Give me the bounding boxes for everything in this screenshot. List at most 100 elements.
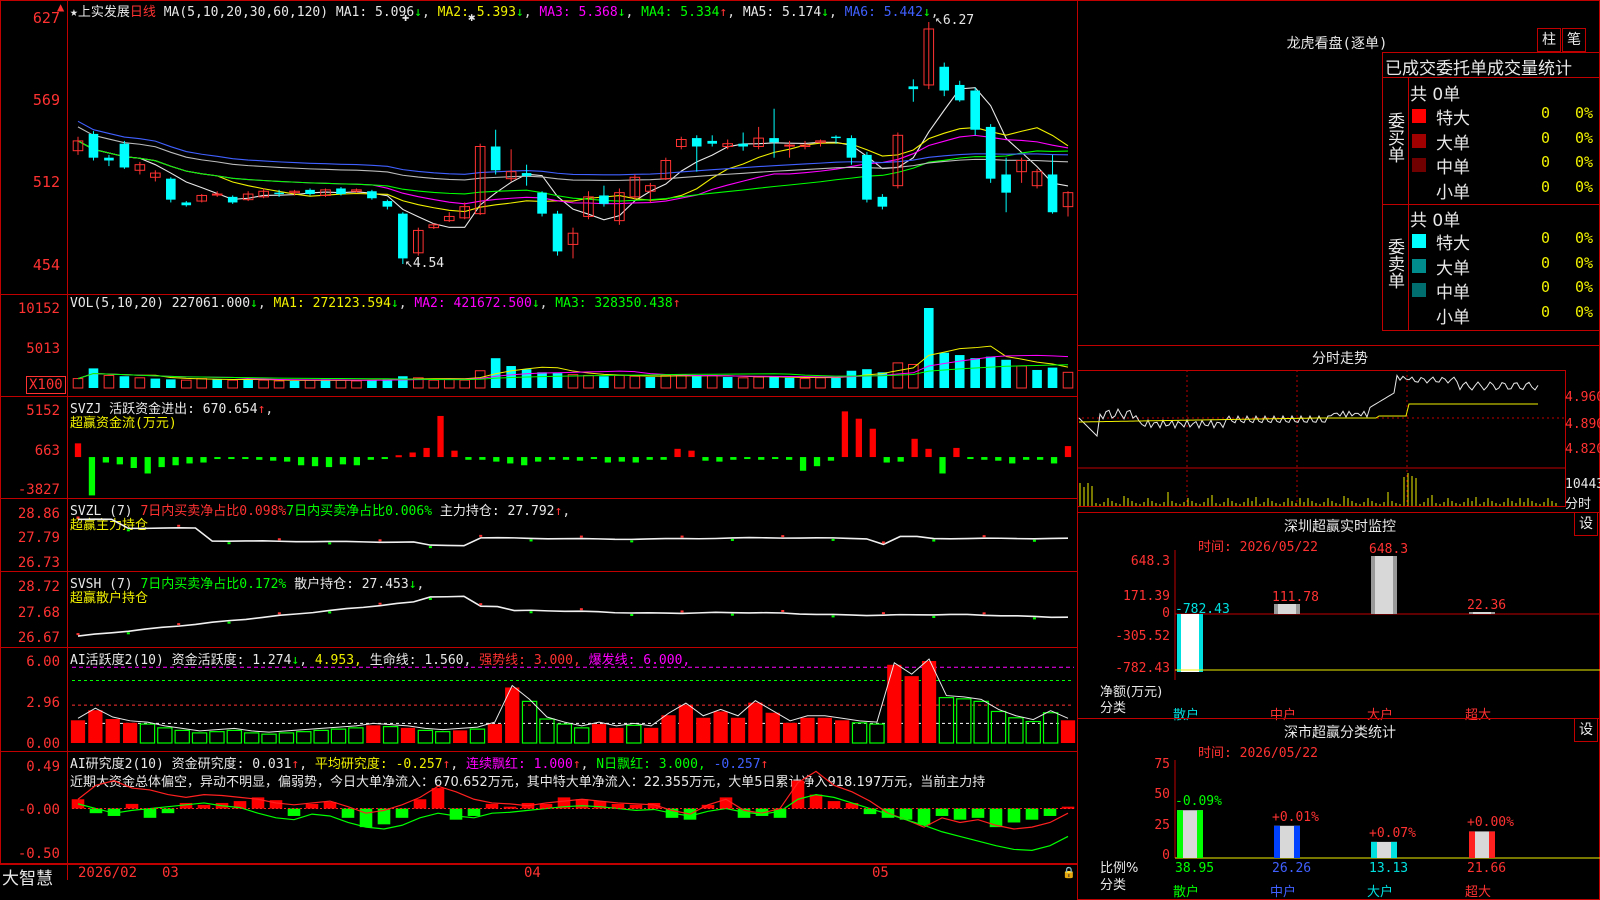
vol-bar-up bbox=[459, 379, 471, 389]
ai2-bar bbox=[791, 780, 805, 809]
vol-bar-up bbox=[134, 377, 146, 389]
ai1-bar-red bbox=[487, 724, 502, 743]
sc-axis-label2: 分类 bbox=[1100, 878, 1127, 893]
tick-mode-button[interactable]: 笔 bbox=[1562, 28, 1586, 52]
bar-mode-button[interactable]: 柱 bbox=[1537, 28, 1561, 52]
vol-bar-up bbox=[1016, 365, 1027, 389]
ai2-bar bbox=[935, 808, 949, 816]
vol-bar-down bbox=[537, 372, 547, 388]
fund-flow-chart bbox=[74, 411, 1072, 496]
ai1-bar-green bbox=[556, 723, 573, 744]
sz-bar-label-0: -782.43 bbox=[1175, 602, 1230, 617]
flow-bar bbox=[353, 457, 361, 466]
sc-value-3: 21.66 bbox=[1467, 861, 1507, 876]
sz-bar-edge-r-0 bbox=[1199, 614, 1203, 672]
sell-row-label-2: 中单 bbox=[1436, 283, 1470, 303]
ai1-bar-green bbox=[1025, 720, 1041, 744]
sell-row-label-3: 小单 bbox=[1436, 307, 1470, 328]
vol-bar-up bbox=[103, 374, 115, 389]
ai2-bar bbox=[575, 799, 589, 809]
ai2-bar bbox=[449, 808, 463, 820]
flow-bar bbox=[451, 450, 458, 458]
ai1-bar-red bbox=[105, 719, 120, 743]
sell-row-swatch-1 bbox=[1412, 258, 1426, 273]
vol-bar-up bbox=[753, 376, 764, 389]
vol-bar-down bbox=[691, 376, 702, 388]
flow-bar bbox=[869, 428, 876, 458]
main-ytick-569: 569 bbox=[32, 91, 60, 109]
ai1-bar-green bbox=[573, 727, 590, 744]
candle-body-down bbox=[985, 126, 996, 179]
ai1-bar-green bbox=[191, 732, 208, 744]
ai2-bar bbox=[953, 808, 967, 820]
flow-bar bbox=[925, 448, 932, 458]
svsh-tick bbox=[76, 633, 80, 636]
vol-bar-down bbox=[722, 377, 733, 388]
fs-ytick-2: 4.890 bbox=[1565, 417, 1600, 432]
candle-body-up bbox=[211, 193, 223, 196]
ai-activity-chart bbox=[70, 658, 1076, 744]
candle-body-down bbox=[846, 138, 857, 158]
date-tick-feb: 2026/02 bbox=[78, 865, 138, 881]
candle-body-up bbox=[784, 144, 795, 147]
sc-cat-1: 中户 bbox=[1270, 885, 1297, 900]
ai2-bar bbox=[467, 808, 481, 816]
buy-row-value-3: 0 bbox=[1541, 177, 1551, 196]
buy-row-pct-1: 0% bbox=[1575, 128, 1594, 147]
flow-bar bbox=[465, 457, 472, 460]
flow-bar bbox=[995, 457, 1002, 461]
candle-body-down bbox=[336, 188, 346, 195]
vol-bar-down bbox=[150, 378, 161, 388]
flow-bar bbox=[744, 457, 751, 460]
flow-bar bbox=[674, 448, 681, 458]
svsh-tick bbox=[328, 611, 332, 614]
flow-bar bbox=[228, 457, 235, 460]
vol-bar-down bbox=[521, 369, 532, 388]
candle-body-down bbox=[970, 90, 980, 130]
buy-row-value-1: 0 bbox=[1541, 128, 1551, 147]
vol-bar-down bbox=[970, 358, 980, 388]
vol-bar-up bbox=[815, 377, 826, 389]
ai2-bar bbox=[1025, 808, 1039, 820]
flow-bar bbox=[437, 415, 444, 458]
sz-axis-label2: 分类 bbox=[1100, 701, 1127, 716]
buy-row-swatch-3 bbox=[1412, 182, 1426, 197]
flow-bar bbox=[311, 457, 319, 467]
svsh-tick bbox=[277, 612, 281, 615]
flow-bar bbox=[813, 457, 821, 467]
vol-bar-up bbox=[614, 374, 625, 389]
sc-title: 深市超赢分类统计 bbox=[1284, 725, 1396, 741]
vol-bar-up bbox=[443, 378, 455, 389]
flow-bar bbox=[730, 457, 737, 460]
vol-bar-down bbox=[289, 380, 300, 388]
high-value: 6.27 bbox=[942, 13, 975, 28]
sc-change-1: +0.01% bbox=[1272, 809, 1319, 825]
lhb-tabs[interactable]: 已成交委托单成交量统计 bbox=[1382, 52, 1600, 79]
sc-bar-edge-r-3 bbox=[1489, 831, 1495, 858]
ai2-bar bbox=[143, 808, 157, 818]
svzl-line bbox=[77, 518, 1069, 547]
svzl-tick bbox=[126, 529, 130, 532]
flow-bar bbox=[493, 457, 500, 462]
sc-settings-button[interactable]: 设 bbox=[1574, 718, 1598, 742]
flow-bar bbox=[883, 457, 890, 463]
sz-cat-2: 大户 bbox=[1367, 708, 1394, 723]
ai2-bar bbox=[341, 808, 355, 818]
buy-row-swatch-2 bbox=[1412, 158, 1426, 172]
vol-bar-down bbox=[1001, 359, 1011, 388]
candle-body-down bbox=[166, 178, 176, 200]
vol-bar-up bbox=[737, 377, 749, 389]
lock-icon[interactable]: 🔒 bbox=[1062, 866, 1076, 879]
vol-bar-up bbox=[629, 375, 641, 389]
sz-bar-label-3: 22.36 bbox=[1467, 597, 1507, 613]
vol-bar-up bbox=[799, 378, 811, 389]
candle-body-down bbox=[88, 133, 99, 158]
svsh-tick bbox=[730, 613, 734, 616]
sc-bar-edge-r-1 bbox=[1294, 825, 1300, 858]
sz-settings-button[interactable]: 设 bbox=[1574, 512, 1598, 536]
vol-bar-down bbox=[1032, 369, 1042, 388]
flow-bar bbox=[632, 457, 639, 463]
ai1-bar-green bbox=[435, 731, 451, 744]
sc-header-line bbox=[1077, 718, 1600, 719]
date-axis[interactable]: 大智慧 2026/02 03 04 05 🔒 bbox=[0, 864, 1078, 889]
